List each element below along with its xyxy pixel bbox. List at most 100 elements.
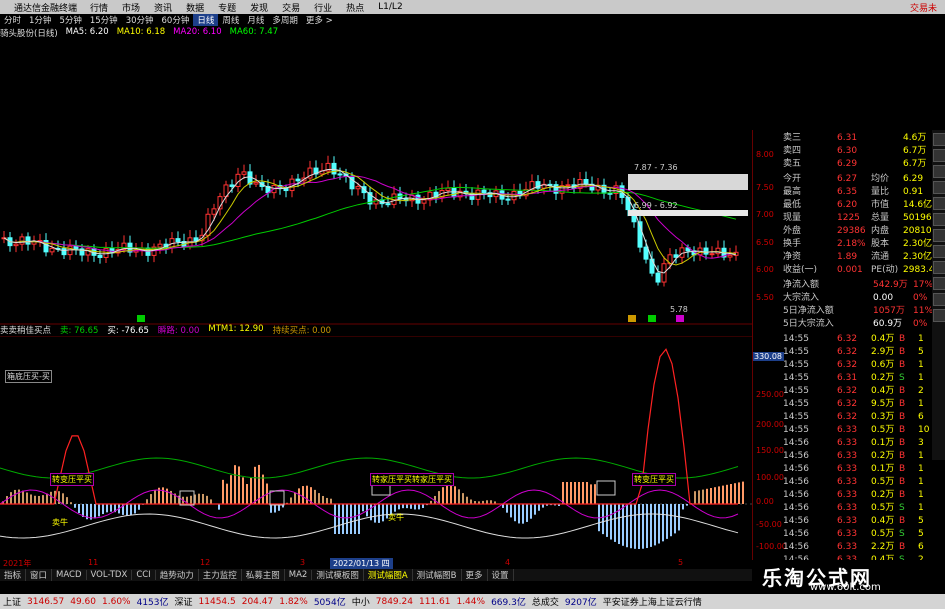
stat-value: 2.18% [837,239,866,249]
tick-side: B [899,451,906,461]
tick-side: B [899,516,906,526]
tool-icon[interactable] [933,293,945,306]
tick-row: 14:56 6.33 0.1万 B 1 [753,463,931,476]
menu-zixun[interactable]: 资讯 [147,1,179,14]
tab-trend[interactable]: 趋势动力 [156,569,199,581]
indicator-bar [342,504,344,534]
tab-vol-tdx[interactable]: VOL-TDX [87,570,133,580]
menu-hangye[interactable]: 行业 [307,1,339,14]
indicator-bar [506,504,508,513]
stat-label: 现量 [783,213,802,223]
tab-private-main[interactable]: 私募主图 [242,569,285,581]
candle-body [583,179,589,185]
indicator-bar [718,486,720,504]
indicator-bar [138,504,140,510]
candle-body [715,247,721,255]
indicator-bar [734,483,736,504]
indicator-bar [322,495,324,504]
tick-volume: 9.5万 [871,399,895,409]
indicator-bar [562,482,564,504]
box-label: 箱底压买-买 [5,370,52,383]
tab-daily[interactable]: 日线 [193,14,219,26]
indicator-chart[interactable] [0,336,752,558]
tool-icon[interactable] [933,229,945,242]
trade-status[interactable]: 交易未 [910,1,945,14]
tab-cci[interactable]: CCI [132,570,156,580]
ask-price: 6.29 [837,159,858,169]
stat-label: 今开 [783,174,802,184]
candle-body [505,198,511,201]
candle-body [97,254,103,258]
tool-icon[interactable] [933,261,945,274]
menu-shuju[interactable]: 数据 [179,1,211,14]
tab-window[interactable]: 窗口 [26,569,53,581]
candle-body [19,236,25,245]
tab-main-monitor[interactable]: 主力监控 [199,569,242,581]
tool-icon[interactable] [933,133,945,146]
tick-price: 6.33 [837,503,858,513]
candle-body [727,254,733,258]
tool-icon[interactable] [933,309,945,322]
ind-value-e: 持续买点: 0.00 [272,326,332,336]
stat-label: 量比 [871,187,890,197]
tool-icon[interactable] [933,181,945,194]
tab-weekly[interactable]: 周线 [218,14,243,26]
menu-shichang[interactable]: 市场 [115,1,147,14]
status-item: 1.82% [279,596,308,607]
tab-60min[interactable]: 60分钟 [158,14,194,26]
tick-price: 6.31 [837,373,858,383]
status-item: 204.47 [241,596,274,607]
tool-icon[interactable] [933,197,945,210]
menu-hangqing[interactable]: 行情 [83,1,115,14]
tab-fenshi[interactable]: 分时 [0,14,25,26]
tab-multi[interactable]: 多周期 [268,14,302,26]
menu-faxian[interactable]: 发现 [243,1,275,14]
tab-15min[interactable]: 15分钟 [86,14,122,26]
candlestick-chart[interactable]: 7.87 - 7.36 6.99 - 6.92 5.78 [0,40,752,325]
stat-label: PE(动) [871,265,899,275]
tick-price: 6.33 [837,529,858,539]
tab-test-b[interactable]: 测试幅图B [413,569,462,581]
tab-macd[interactable]: MACD [52,570,87,580]
tool-icon[interactable] [933,277,945,290]
time-tick: 5 [678,558,684,567]
menu-jiaoyi[interactable]: 交易 [275,1,307,14]
tab-more[interactable]: 更多 [462,569,488,581]
tab-settings[interactable]: 设置 [488,569,514,581]
tab-ma2[interactable]: MA2 [285,570,313,580]
tool-icon[interactable] [933,165,945,178]
tick-time: 14:56 [783,464,809,474]
tab-more[interactable]: 更多 > [302,14,337,26]
tab-1min[interactable]: 1分钟 [25,14,55,26]
stat-value: 14.6亿 [903,200,933,210]
candle-body [385,203,391,206]
menu-redian[interactable]: 热点 [339,1,371,14]
indicator-bar [458,489,460,504]
menu-l1l2[interactable]: L1/L2 [371,2,410,12]
app-title: 通达信金融终端 [14,3,78,14]
tab-test-template[interactable]: 测试模板图 [312,569,364,581]
indicator-bar [642,504,644,549]
ind-value-d: MTM1: 12.90 [208,324,264,334]
indicator-bar [374,504,376,523]
tick-volume: 0.1万 [871,438,895,448]
tool-icon[interactable] [933,149,945,162]
ask-label: 卖四 [783,146,802,156]
indicator-bar [398,504,400,510]
tool-icon[interactable] [933,245,945,258]
tick-count: 2 [918,386,924,396]
ask-row: 卖五 6.29 6.7万 [753,158,931,171]
tool-icon[interactable] [933,213,945,226]
tab-test-a[interactable]: 测试幅图A [364,569,413,581]
stat-label: 净资 [783,252,802,262]
tab-30min[interactable]: 30分钟 [122,14,158,26]
menu-zhuanti[interactable]: 专题 [211,1,243,14]
tab-5min[interactable]: 5分钟 [55,14,85,26]
indicator-bar [354,504,356,534]
signal-box [269,490,285,506]
indicator-bar [210,499,212,504]
tick-count: 1 [918,360,924,370]
tab-indicator[interactable]: 指标 [0,569,27,581]
indicator-bar [442,487,444,504]
tab-monthly[interactable]: 月线 [243,14,268,26]
